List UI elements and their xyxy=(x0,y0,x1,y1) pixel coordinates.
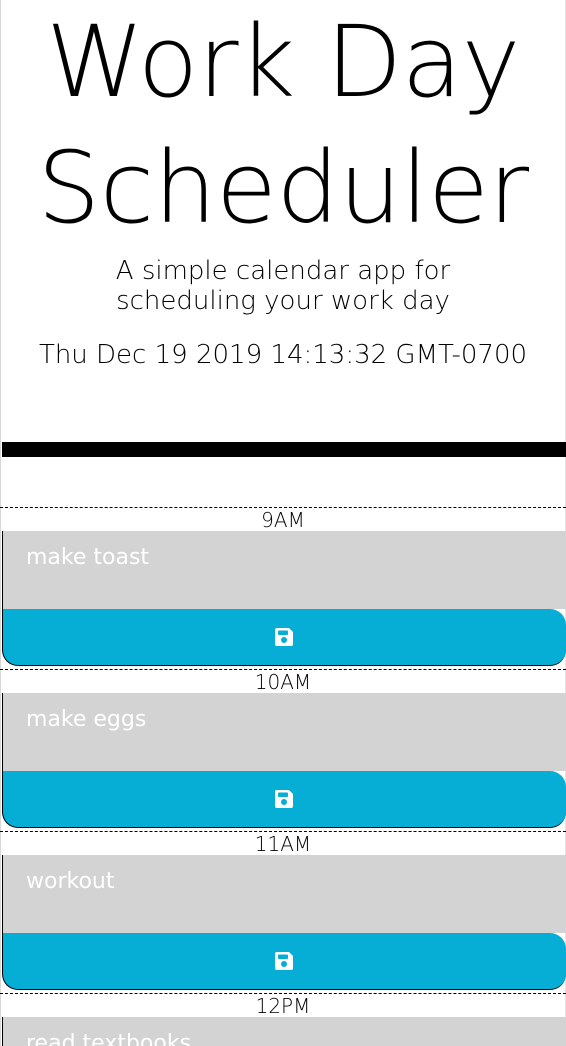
header: Work Day Scheduler A simple calendar app… xyxy=(0,0,566,442)
save-button[interactable] xyxy=(2,771,566,828)
page-title: Work Day Scheduler xyxy=(0,0,566,252)
subtitle-line-1: A simple calendar app for xyxy=(115,256,451,286)
save-button[interactable] xyxy=(2,609,566,666)
floppy-disk-icon xyxy=(273,626,295,648)
title-line-1: Work Day xyxy=(46,5,520,120)
page-subtitle: A simple calendar app for scheduling you… xyxy=(80,256,486,316)
save-button[interactable] xyxy=(2,933,566,990)
title-line-2: Scheduler xyxy=(37,131,529,246)
hour-label: 9AM xyxy=(261,508,305,532)
floppy-disk-icon xyxy=(273,950,295,972)
hour-row: 10AM xyxy=(0,669,566,693)
hour-label: 10AM xyxy=(254,670,312,694)
hour-label: 11AM xyxy=(254,832,312,856)
description-field[interactable]: make eggs xyxy=(2,693,566,771)
subtitle-line-2: scheduling your work day xyxy=(116,286,450,316)
time-block-10am: 10AM make eggs xyxy=(0,669,566,831)
description-field[interactable]: make toast xyxy=(2,531,566,609)
time-block-12pm: 12PM read textbooks xyxy=(0,993,566,1046)
time-block-9am: 9AM make toast xyxy=(0,507,566,669)
hour-label: 12PM xyxy=(255,994,311,1018)
floppy-disk-icon xyxy=(273,788,295,810)
header-divider xyxy=(2,442,566,457)
description-field[interactable]: read textbooks xyxy=(2,1017,566,1046)
hour-row: 11AM xyxy=(0,831,566,855)
hour-row: 12PM xyxy=(0,993,566,1017)
hour-row: 9AM xyxy=(0,507,566,531)
description-field[interactable]: workout xyxy=(2,855,566,933)
time-block-11am: 11AM workout xyxy=(0,831,566,993)
current-date: Thu Dec 19 2019 14:13:32 GMT-0700 xyxy=(38,340,528,370)
